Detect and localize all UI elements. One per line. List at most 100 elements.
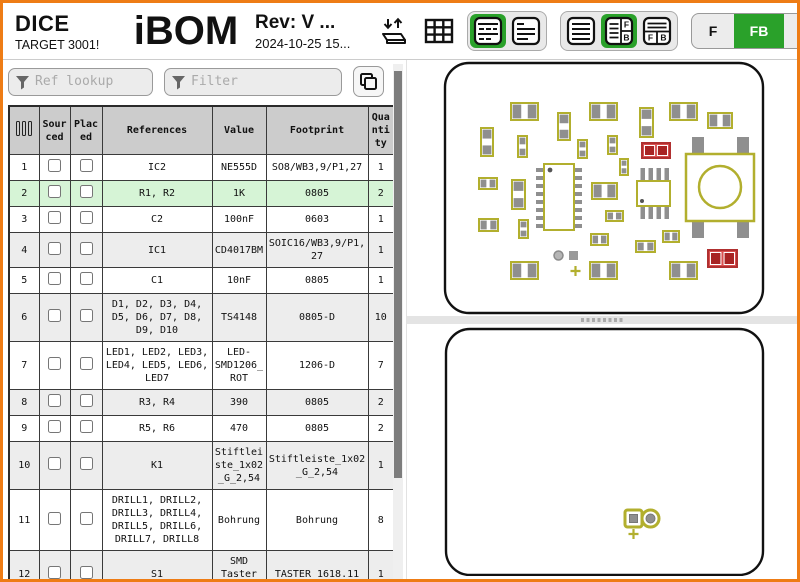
bom-scrollbar-thumb[interactable] xyxy=(394,71,402,478)
toolbar: F B F B F xyxy=(379,11,800,51)
placed-checkbox[interactable] xyxy=(80,242,93,255)
sourced-checkbox xyxy=(39,342,70,390)
placed-checkbox[interactable] xyxy=(80,420,93,433)
footprint-cell: TASTER 1618.11 xyxy=(266,551,368,580)
bom-row[interactable]: 12S1SMD Taster 1618.11TASTER 1618.111 xyxy=(9,551,394,580)
placed-checkbox[interactable] xyxy=(80,566,93,579)
bom-grid-icon[interactable] xyxy=(424,18,454,44)
layer-back-button[interactable]: B xyxy=(784,14,800,48)
svg-text:B: B xyxy=(660,33,666,43)
bom-row[interactable]: 6D1, D2, D3, D4, D5, D6, D7, D8, D9, D10… xyxy=(9,294,394,342)
sourced-checkbox[interactable] xyxy=(48,159,61,172)
sourced-checkbox[interactable] xyxy=(48,457,61,470)
canvas-layout-group: F B F B xyxy=(560,11,678,51)
column-sourced[interactable]: Sourced xyxy=(39,106,70,155)
placed-checkbox[interactable] xyxy=(80,185,93,198)
value-cell: CD4017BM xyxy=(212,233,266,268)
revision-date: 2024-10-25 15... xyxy=(255,36,373,51)
row-number: 2 xyxy=(9,181,39,207)
footprint-cell: Stiftleiste_1x02_G_2,54 xyxy=(266,442,368,490)
canvas-panel xyxy=(406,60,797,579)
placed-checkbox[interactable] xyxy=(80,309,93,322)
quantity-cell: 7 xyxy=(368,342,394,390)
bom-row[interactable]: 9R5, R647008052 xyxy=(9,416,394,442)
layer-front-button[interactable]: F xyxy=(692,14,734,48)
references-cell: IC1 xyxy=(102,233,212,268)
column-references[interactable]: References xyxy=(102,106,212,155)
bom-row[interactable]: 3C2100nF06031 xyxy=(9,207,394,233)
placed-checkbox[interactable] xyxy=(80,211,93,224)
sourced-checkbox[interactable] xyxy=(48,309,61,322)
bom-row[interactable]: 1IC2NE555DSO8/WB3,9/P1,271 xyxy=(9,155,394,181)
bom-row[interactable]: 8R3, R439008052 xyxy=(9,390,394,416)
value-cell: Bohrung xyxy=(212,490,266,551)
back-canvas[interactable] xyxy=(407,324,797,580)
references-cell: D1, D2, D3, D4, D5, D6, D7, D8, D9, D10 xyxy=(102,294,212,342)
sourced-checkbox[interactable] xyxy=(48,394,61,407)
save-settings-icon[interactable] xyxy=(379,15,411,47)
footprint-cell: 0805 xyxy=(266,390,368,416)
bom-row[interactable]: 4IC1CD4017BMSOIC16/WB3,9/P1,271 xyxy=(9,233,394,268)
quantity-cell: 1 xyxy=(368,233,394,268)
bom-row[interactable]: 5C110nF08051 xyxy=(9,268,394,294)
column-placed[interactable]: Placed xyxy=(70,106,102,155)
sourced-checkbox[interactable] xyxy=(48,211,61,224)
layer-front-back-button[interactable]: FB xyxy=(734,14,784,48)
placed-checkbox[interactable] xyxy=(80,512,93,525)
quantity-cell: 1 xyxy=(368,207,394,233)
placed-checkbox xyxy=(70,233,102,268)
bom-row[interactable]: 2R1, R21K08052 xyxy=(9,181,394,207)
references-cell: R5, R6 xyxy=(102,416,212,442)
bom-scrollbar[interactable] xyxy=(393,64,403,579)
column-quantity[interactable]: Quantity xyxy=(368,106,394,155)
canvas-bom-only-button[interactable] xyxy=(563,14,599,48)
sourced-checkbox[interactable] xyxy=(48,272,61,285)
placed-checkbox[interactable] xyxy=(80,457,93,470)
copy-table-button[interactable] xyxy=(353,66,384,97)
sourced-checkbox xyxy=(39,268,70,294)
footprint-cell: 1206-D xyxy=(266,342,368,390)
sourced-checkbox[interactable] xyxy=(48,420,61,433)
main-area: SourcedPlacedReferencesValueFootprintQua… xyxy=(3,60,797,579)
canvas-splitter[interactable] xyxy=(407,316,797,324)
funnel-icon xyxy=(171,75,186,90)
value-cell: SMD Taster 1618.11 xyxy=(212,551,266,580)
sourced-checkbox xyxy=(39,416,70,442)
revision-block: Rev: V ... 2024-10-25 15... xyxy=(255,12,373,51)
layout-rows-button[interactable] xyxy=(470,14,506,48)
board-title-block: DICE TARGET 3001! xyxy=(15,11,117,52)
sourced-checkbox[interactable] xyxy=(48,242,61,255)
bom-row[interactable]: 11DRILL1, DRILL2, DRILL3, DRILL4, DRILL5… xyxy=(9,490,394,551)
placed-checkbox xyxy=(70,294,102,342)
layout-list-button[interactable] xyxy=(508,14,544,48)
sourced-checkbox[interactable] xyxy=(48,512,61,525)
front-canvas[interactable] xyxy=(407,60,797,316)
sourced-checkbox[interactable] xyxy=(48,566,61,579)
placed-checkbox[interactable] xyxy=(80,357,93,370)
column-value[interactable]: Value xyxy=(212,106,266,155)
canvas-fb-vertical-button[interactable]: F B xyxy=(601,14,637,48)
filter-input[interactable] xyxy=(164,68,342,96)
references-cell: LED1, LED2, LED3, LED4, LED5, LED6, LED7 xyxy=(102,342,212,390)
quantity-cell: 1 xyxy=(368,551,394,580)
canvas-fb-horizontal-button[interactable]: F B xyxy=(639,14,675,48)
placed-checkbox[interactable] xyxy=(80,272,93,285)
sourced-checkbox xyxy=(39,551,70,580)
column-footprint[interactable]: Footprint xyxy=(266,106,368,155)
value-cell: 10nF xyxy=(212,268,266,294)
placed-checkbox xyxy=(70,551,102,580)
placed-checkbox[interactable] xyxy=(80,394,93,407)
bom-row[interactable]: 10K1Stiftleiste_1x02_G_2,54Stiftleiste_1… xyxy=(9,442,394,490)
value-cell: 470 xyxy=(212,416,266,442)
column-checkboxes[interactable] xyxy=(9,106,39,155)
checkbox-column-icon xyxy=(16,121,32,136)
placed-checkbox[interactable] xyxy=(80,159,93,172)
sourced-checkbox xyxy=(39,155,70,181)
sourced-checkbox[interactable] xyxy=(48,185,61,198)
sourced-checkbox xyxy=(39,181,70,207)
row-number: 12 xyxy=(9,551,39,580)
copy-icon xyxy=(359,72,378,91)
filter-field xyxy=(164,68,342,96)
bom-row[interactable]: 7 LED1, LED2, LED3, LED4, LED5, LED6, LED… xyxy=(9,342,394,390)
sourced-checkbox[interactable] xyxy=(48,357,61,370)
